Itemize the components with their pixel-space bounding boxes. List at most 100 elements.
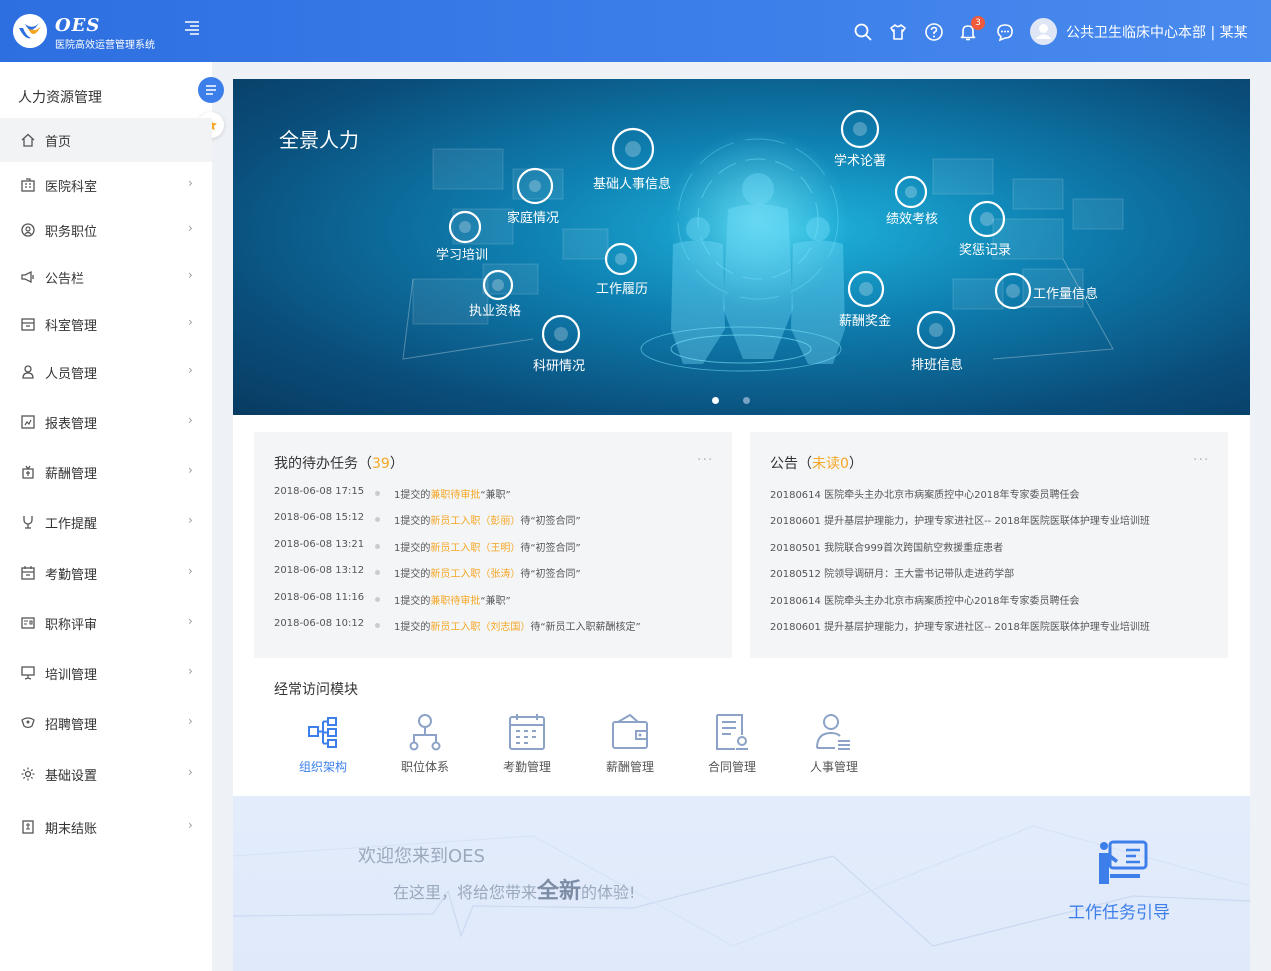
banner-title: 全景人力 xyxy=(279,128,359,152)
presentation-icon[interactable] xyxy=(1096,838,1148,890)
office-icon xyxy=(20,316,36,332)
module-tile[interactable]: 合同管理 xyxy=(697,712,767,782)
todo-title: 我的待办任务（39） xyxy=(274,456,404,472)
task-text: 1提交的新员工入职（刘志国）待“新员工入职薪酬核定” xyxy=(394,622,641,633)
task-link[interactable]: 新员工入职（王明） xyxy=(430,543,520,554)
chevron-right-icon: › xyxy=(188,818,193,832)
banner-label[interactable]: 学习培训 xyxy=(436,244,488,263)
sidebar-item[interactable]: 人员管理 › xyxy=(0,350,212,394)
chevron-right-icon: › xyxy=(188,221,193,235)
module-tile[interactable]: 薪酬管理 xyxy=(595,712,665,782)
chevron-right-icon: › xyxy=(188,363,193,377)
frequent-modules-title: 经常访问模块 xyxy=(274,682,358,698)
sidebar-item[interactable]: 职称评审 › xyxy=(0,601,212,645)
task-time: 2018-06-08 17:15 xyxy=(274,486,365,497)
notice-row[interactable]: 20180512 院领导调研月：王大雷书记带队走进药学部 xyxy=(770,565,1210,580)
oes-logo-icon[interactable] xyxy=(13,14,47,48)
position-icon xyxy=(390,712,460,752)
banner-label[interactable]: 工作量信息 xyxy=(1033,283,1098,302)
banner-label[interactable]: 绩效考核 xyxy=(886,208,938,227)
sidebar-item[interactable]: 医院科室 › xyxy=(0,163,212,207)
banner-label[interactable]: 工作履历 xyxy=(596,278,648,297)
sidebar-item[interactable]: 招聘管理 › xyxy=(0,701,212,745)
chat-icon[interactable] xyxy=(995,22,1015,42)
user-avatar-icon[interactable] xyxy=(1030,18,1057,45)
module-tile[interactable]: 考勤管理 xyxy=(492,712,562,782)
task-link[interactable]: 新员工入职（刘志国） xyxy=(430,622,530,633)
sidebar-title: 人力资源管理 xyxy=(18,90,102,106)
menu-toggle-icon[interactable] xyxy=(182,18,202,38)
task-row[interactable]: 2018-06-08 17:15 1提交的兼职待审批“兼职” xyxy=(274,486,724,504)
building-icon xyxy=(20,177,36,193)
notice-row[interactable]: 20180614 医院牵头主办北京市病案质控中心2018年专家委员聘任会 xyxy=(770,486,1210,501)
banner-label[interactable]: 奖惩记录 xyxy=(959,239,1011,258)
chevron-right-icon: › xyxy=(188,614,193,628)
bullet-dot xyxy=(375,491,380,496)
banner-label[interactable]: 家庭情况 xyxy=(507,207,559,226)
task-link[interactable]: 新员工入职（张涛） xyxy=(430,569,520,580)
chevron-right-icon: › xyxy=(188,564,193,578)
contract-icon xyxy=(697,712,767,752)
sidebar-item[interactable]: 科室管理 › xyxy=(0,302,212,346)
sidebar-item-label: 职称评审 xyxy=(45,618,98,633)
help-icon[interactable] xyxy=(924,22,944,42)
sidebar-item[interactable]: 工作提醒 › xyxy=(0,500,212,544)
training-icon xyxy=(20,665,36,681)
user-name[interactable]: 公共卫生临床中心本部 | 某某 xyxy=(1066,22,1248,42)
carousel-dot[interactable] xyxy=(743,397,750,404)
module-tile[interactable]: 职位体系 xyxy=(390,712,460,782)
chevron-right-icon: › xyxy=(188,268,193,282)
notice-row[interactable]: 20180601 提升基层护理能力，护理专家进社区-- 2018年医院医联体护理… xyxy=(770,618,1210,633)
banner-label[interactable]: 科研情况 xyxy=(533,355,585,374)
sidebar-item[interactable]: 报表管理 › xyxy=(0,400,212,444)
todo-more-button[interactable]: ··· xyxy=(697,452,713,468)
banner-label[interactable]: 排班信息 xyxy=(911,354,963,373)
task-row[interactable]: 2018-06-08 15:12 1提交的新员工入职（彭丽）待“初签合同” xyxy=(274,512,724,530)
org-chart-icon xyxy=(288,712,358,752)
banner-label[interactable]: 执业资格 xyxy=(469,300,521,319)
brand-name: OES xyxy=(55,15,101,36)
task-link[interactable]: 兼职待审批 xyxy=(430,490,480,501)
banner-label[interactable]: 薪酬奖金 xyxy=(839,310,891,329)
shirt-icon[interactable] xyxy=(888,22,908,42)
sidebar-item[interactable]: 期末结账 › xyxy=(0,805,212,849)
carousel-dot-active[interactable] xyxy=(712,397,719,404)
module-tile[interactable]: 人事管理 xyxy=(799,712,869,782)
person-icon xyxy=(20,364,36,380)
task-row[interactable]: 2018-06-08 11:16 1提交的兼职待审批“兼职” xyxy=(274,592,724,610)
task-row[interactable]: 2018-06-08 13:12 1提交的新员工入职（张涛）待“初签合同” xyxy=(274,565,724,583)
calendar-icon xyxy=(20,565,36,581)
sidebar-item-label: 医院科室 xyxy=(45,180,98,195)
chevron-right-icon: › xyxy=(188,714,193,728)
notice-row[interactable]: 20180614 医院牵头主办北京市病案质控中心2018年专家委员聘任会 xyxy=(770,592,1210,607)
task-link[interactable]: 兼职待审批 xyxy=(430,596,480,607)
banner-label[interactable]: 学术论著 xyxy=(834,150,886,169)
megaphone-icon xyxy=(20,269,36,285)
id-card-icon xyxy=(20,615,36,631)
sidebar-item[interactable]: 基础设置 › xyxy=(0,752,212,796)
recruit-icon xyxy=(20,715,36,731)
sidebar-item[interactable]: 培训管理 › xyxy=(0,651,212,695)
sidebar-item-label: 期末结账 xyxy=(45,822,98,837)
banner-label[interactable]: 基础人事信息 xyxy=(593,173,671,192)
sidebar-item[interactable]: 考勤管理 › xyxy=(0,551,212,595)
sidebar-item-label: 人员管理 xyxy=(45,367,98,382)
chevron-right-icon: › xyxy=(188,315,193,329)
chevron-right-icon: › xyxy=(188,413,193,427)
notice-row[interactable]: 20180501 我院联合999首次跨国航空救援重症患者 xyxy=(770,539,1210,554)
task-row[interactable]: 2018-06-08 10:12 1提交的新员工入职（刘志国）待“新员工入职薪酬核… xyxy=(274,618,724,636)
sidebar-item[interactable]: 职务职位 › xyxy=(0,208,212,252)
task-text: 1提交的新员工入职（王明）待“初签合同” xyxy=(394,543,581,554)
task-row[interactable]: 2018-06-08 13:21 1提交的新员工入职（王明）待“初签合同” xyxy=(274,539,724,557)
search-icon[interactable] xyxy=(853,22,873,42)
sidebar-item[interactable]: 首页 xyxy=(0,118,212,162)
task-link[interactable]: 新员工入职（彭丽） xyxy=(430,516,520,527)
task-guide-link[interactable]: 工作任务引导 xyxy=(1068,898,1170,923)
module-tile[interactable]: 组织架构 xyxy=(288,712,358,782)
notice-row[interactable]: 20180601 提升基层护理能力，护理专家进社区-- 2018年医院医联体护理… xyxy=(770,512,1210,527)
notice-more-button[interactable]: ··· xyxy=(1193,452,1209,468)
sidebar-item[interactable]: 薪酬管理 › xyxy=(0,450,212,494)
sidebar-item[interactable]: 公告栏 › xyxy=(0,255,212,299)
bullet-dot xyxy=(375,623,380,628)
collapse-button[interactable] xyxy=(198,77,224,103)
